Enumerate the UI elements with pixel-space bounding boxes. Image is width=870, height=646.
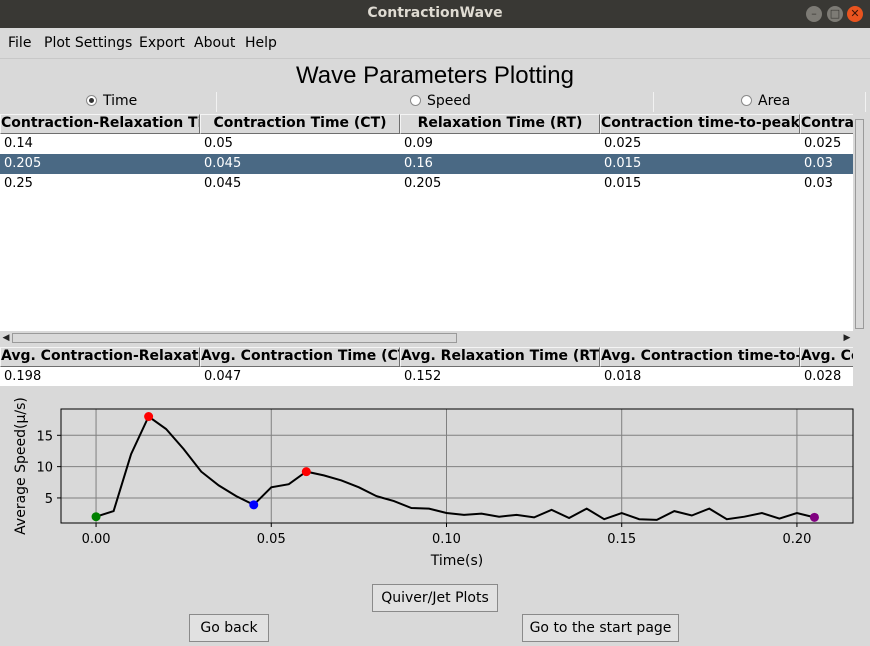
close-icon[interactable]: ✕ — [847, 6, 863, 22]
column-header[interactable]: Avg. Contraction-Relaxatio — [0, 347, 200, 367]
x-tick-label: 0.15 — [607, 532, 636, 547]
column-header[interactable]: Contraction-Relaxation Tir — [0, 114, 200, 134]
table-cell: 0.018 — [604, 369, 642, 384]
plot-frame — [60, 408, 854, 524]
plot-ticks: 0.00 0.05 0.10 0.15 0.20 5 10 15 — [36, 429, 811, 547]
x-tick-label: 0.20 — [782, 532, 811, 547]
menu-help[interactable]: Help — [245, 35, 277, 51]
table-cell: 0.047 — [204, 369, 242, 384]
scrollbar-thumb[interactable] — [855, 119, 864, 329]
menu-file[interactable]: File — [8, 35, 31, 51]
table-horizontal-scrollbar[interactable]: ◀ ▶ — [0, 331, 853, 345]
table-cell: 0.152 — [404, 369, 442, 384]
table-row: 0.198 0.047 0.152 0.018 0.028 — [0, 367, 853, 386]
radio-cell-area: Area — [654, 92, 866, 112]
y-tick-label: 5 — [45, 492, 53, 507]
scrollbar-thumb[interactable] — [12, 333, 457, 343]
table-cell: 0.015 — [604, 176, 642, 191]
data-point-marker — [809, 512, 819, 522]
x-tick-label: 0.10 — [432, 532, 461, 547]
column-header[interactable]: Contraction Time (CT) — [200, 114, 400, 134]
quiver-jet-plots-button[interactable]: Quiver/Jet Plots — [372, 584, 498, 612]
plot-grid — [61, 409, 853, 523]
window-title: ContractionWave — [367, 5, 503, 21]
table-cell: 0.05 — [204, 136, 233, 151]
page-title: Wave Parameters Plotting — [296, 62, 574, 89]
table-cell: 0.198 — [4, 369, 42, 384]
table-cell: 0.045 — [204, 176, 242, 191]
go-back-button[interactable]: Go back — [189, 614, 269, 642]
table-header: Avg. Contraction-Relaxatio Avg. Contract… — [0, 347, 853, 367]
column-header[interactable]: Avg. Contraction time-to-p — [600, 347, 800, 367]
y-axis-label: Average Speed(μ/s) — [13, 397, 29, 535]
table-vertical-scrollbar[interactable] — [853, 117, 867, 331]
speed-plot: 0.00 0.05 0.10 0.15 0.20 5 10 15 Time(s) Averag… — [13, 397, 854, 569]
table-cell: 0.14 — [4, 136, 33, 151]
x-axis-label: Time(s) — [430, 553, 483, 569]
radio-indicator — [410, 94, 421, 106]
x-tick-label: 0.05 — [257, 532, 286, 547]
parameter-type-selector: Time Speed Area — [0, 92, 866, 112]
table-header: Contraction-Relaxation Tir Contraction T… — [0, 114, 853, 134]
menu-export[interactable]: Export — [139, 35, 185, 51]
y-tick-label: 15 — [36, 429, 53, 444]
column-header[interactable]: Avg. Contraction Time (CT — [200, 347, 400, 367]
x-tick-label: 0.00 — [82, 532, 111, 547]
menu-bar: File Plot Settings Export About Help — [0, 28, 870, 59]
radio-label: Speed — [427, 93, 471, 109]
table-cell: 0.03 — [804, 156, 833, 171]
radio-cell-speed: Speed — [217, 92, 654, 112]
title-bar: ContractionWave – □ ✕ — [0, 0, 870, 28]
radio-indicator — [86, 94, 97, 106]
table-cell: 0.25 — [4, 176, 33, 191]
table-cell: 0.09 — [404, 136, 433, 151]
radio-indicator — [741, 94, 752, 106]
averages-table: Avg. Contraction-Relaxatio Avg. Contract… — [0, 347, 853, 386]
table-cell: 0.028 — [804, 369, 842, 384]
speed-series-line — [95, 414, 815, 521]
parameters-table: Contraction-Relaxation Tir Contraction T… — [0, 114, 853, 331]
radio-label: Time — [103, 93, 138, 109]
table-row-selected[interactable]: 0.205 0.045 0.16 0.015 0.03 — [0, 154, 853, 174]
data-point-marker — [144, 412, 154, 422]
radio-cell-time: Time — [0, 92, 217, 112]
table-cell: 0.03 — [804, 176, 833, 191]
radio-time[interactable]: Time — [86, 93, 137, 109]
column-header[interactable]: Avg. Con — [800, 347, 853, 367]
y-tick-label: 10 — [36, 461, 53, 476]
radio-area[interactable]: Area — [741, 93, 790, 109]
radio-label: Area — [758, 93, 791, 109]
table-cell: 0.025 — [604, 136, 642, 151]
table-row[interactable]: 0.25 0.045 0.205 0.015 0.03 — [0, 174, 853, 194]
data-point-marker — [249, 500, 259, 510]
table-cell: 0.205 — [404, 176, 442, 191]
scroll-left-icon[interactable]: ◀ — [0, 331, 12, 345]
scroll-right-icon[interactable]: ▶ — [841, 331, 853, 345]
column-header[interactable]: Contrac — [800, 114, 853, 134]
table-row[interactable]: 0.14 0.05 0.09 0.025 0.025 — [0, 134, 853, 154]
radio-speed[interactable]: Speed — [410, 93, 471, 109]
table-cell: 0.025 — [804, 136, 842, 151]
data-point-marker — [301, 467, 311, 477]
minimize-icon[interactable]: – — [806, 6, 822, 22]
table-cell: 0.045 — [204, 156, 242, 171]
table-cell: 0.205 — [4, 156, 42, 171]
go-to-start-page-button[interactable]: Go to the start page — [522, 614, 679, 642]
column-header[interactable]: Contraction time-to-peak ( — [600, 114, 800, 134]
menu-about[interactable]: About — [194, 35, 235, 51]
data-point-marker — [91, 512, 101, 522]
menu-plot-settings[interactable]: Plot Settings — [44, 35, 132, 51]
maximize-icon[interactable]: □ — [827, 6, 843, 22]
column-header[interactable]: Avg. Relaxation Time (RT) — [400, 347, 600, 367]
column-header[interactable]: Relaxation Time (RT) — [400, 114, 600, 134]
table-cell: 0.015 — [604, 156, 642, 171]
table-cell: 0.16 — [404, 156, 433, 171]
